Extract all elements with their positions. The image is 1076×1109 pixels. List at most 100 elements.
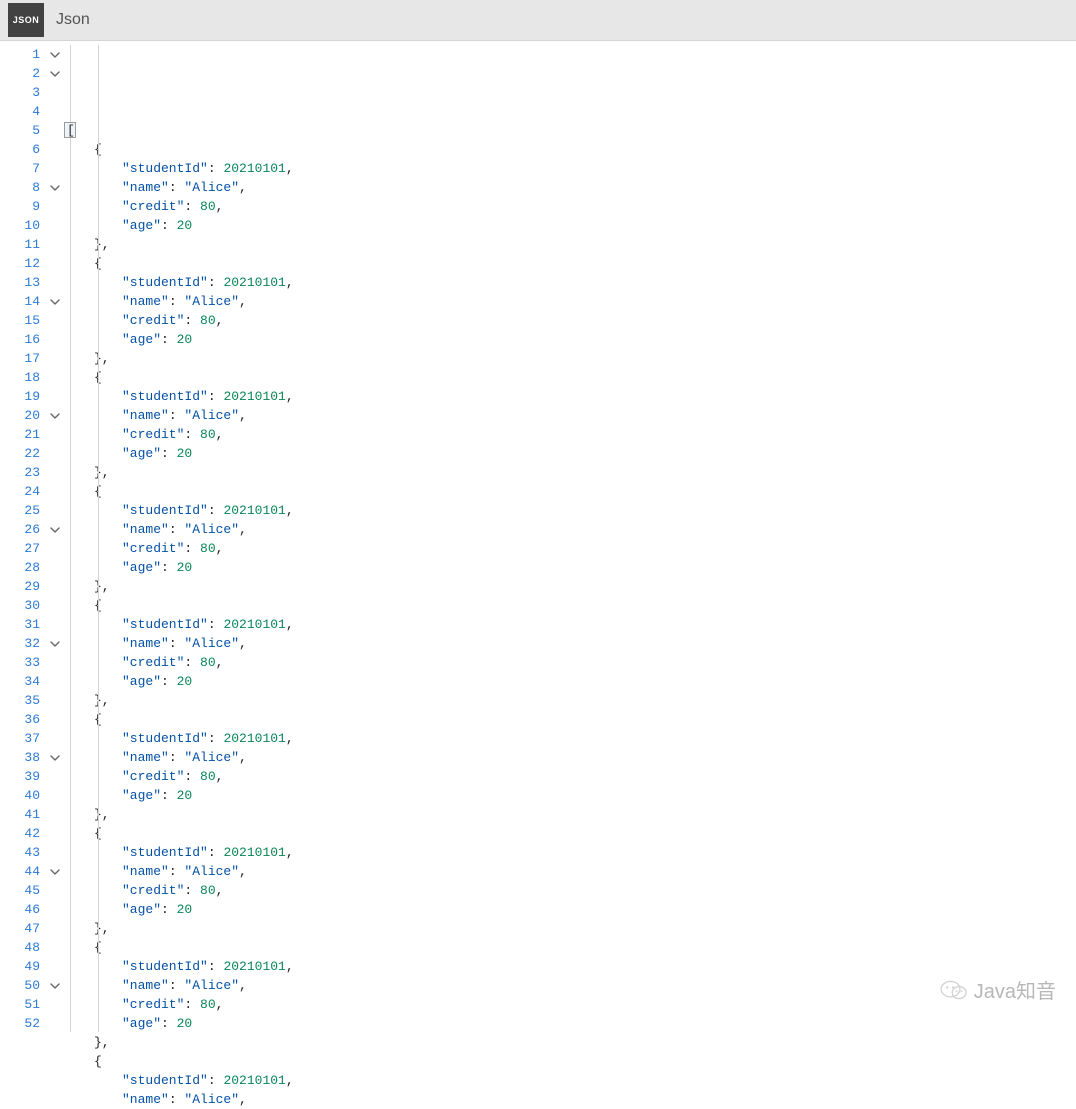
chevron-down-icon[interactable] [49,980,61,992]
fold-toggle[interactable] [44,292,66,311]
code-line[interactable]: "age": 20 [66,1014,1076,1033]
token-key: "studentId" [122,843,208,862]
code-line[interactable]: { [66,140,1076,159]
token-punc: , [216,539,224,558]
code-line[interactable]: "name": "Alice", [66,178,1076,197]
line-number: 41 [0,805,40,824]
fold-toggle[interactable] [44,520,66,539]
token-str: "Alice" [184,406,239,425]
line-number: 27 [0,539,40,558]
code-line[interactable]: "name": "Alice", [66,406,1076,425]
code-line[interactable]: { [66,254,1076,273]
code-line[interactable]: "age": 20 [66,900,1076,919]
token-num: 80 [200,881,216,900]
code-line[interactable]: "studentId": 20210101, [66,957,1076,976]
code-line[interactable]: { [66,1052,1076,1071]
line-number: 32 [0,634,40,653]
chevron-down-icon[interactable] [49,182,61,194]
code-line[interactable]: "age": 20 [66,216,1076,235]
token-punc: : [208,159,224,178]
fold-toggle[interactable] [44,45,66,64]
chevron-down-icon[interactable] [49,49,61,61]
line-number: 30 [0,596,40,615]
code-line[interactable]: "credit": 80, [66,881,1076,900]
code-line[interactable]: "age": 20 [66,330,1076,349]
code-line[interactable]: "name": "Alice", [66,520,1076,539]
code-line[interactable]: "credit": 80, [66,653,1076,672]
fold-toggle[interactable] [44,634,66,653]
code-line[interactable]: { [66,368,1076,387]
code-line[interactable]: }, [66,805,1076,824]
code-line[interactable]: }, [66,463,1076,482]
code-line[interactable]: "age": 20 [66,558,1076,577]
code-line[interactable]: "studentId": 20210101, [66,159,1076,178]
code-line[interactable]: "studentId": 20210101, [66,729,1076,748]
code-line[interactable]: "credit": 80, [66,539,1076,558]
chevron-down-icon[interactable] [49,866,61,878]
token-num: 20210101 [223,273,285,292]
code-line[interactable]: }, [66,349,1076,368]
line-number: 6 [0,140,40,159]
code-line[interactable]: }, [66,691,1076,710]
token-punc: , [286,957,294,976]
code-line[interactable]: "name": "Alice", [66,862,1076,881]
chevron-down-icon[interactable] [49,524,61,536]
code-line[interactable]: }, [66,235,1076,254]
line-number: 46 [0,900,40,919]
code-line[interactable]: "studentId": 20210101, [66,501,1076,520]
code-area[interactable]: [{"studentId": 20210101,"name": "Alice",… [66,41,1076,1032]
token-num: 80 [200,425,216,444]
tab-title[interactable]: Json [56,11,90,29]
code-line[interactable]: "name": "Alice", [66,1090,1076,1109]
code-line[interactable]: "name": "Alice", [66,748,1076,767]
chevron-down-icon[interactable] [49,410,61,422]
fold-toggle[interactable] [44,976,66,995]
code-line[interactable]: }, [66,1033,1076,1052]
code-line[interactable]: "studentId": 20210101, [66,843,1076,862]
token-key: "name" [122,748,169,767]
chevron-down-icon[interactable] [49,296,61,308]
fold-toggle[interactable] [44,406,66,425]
code-line[interactable]: "name": "Alice", [66,976,1076,995]
fold-spacer [44,102,66,121]
line-number: 49 [0,957,40,976]
code-line[interactable]: { [66,482,1076,501]
code-editor[interactable]: 1234567891011121314151617181920212223242… [0,41,1076,1032]
code-line[interactable]: "age": 20 [66,786,1076,805]
code-line[interactable]: "age": 20 [66,444,1076,463]
fold-toggle[interactable] [44,178,66,197]
chevron-down-icon[interactable] [49,638,61,650]
fold-spacer [44,349,66,368]
fold-toggle[interactable] [44,748,66,767]
code-line[interactable]: "credit": 80, [66,311,1076,330]
code-line[interactable]: "credit": 80, [66,767,1076,786]
code-line[interactable]: [ [66,121,1076,140]
code-line[interactable]: "credit": 80, [66,197,1076,216]
fold-spacer [44,463,66,482]
code-line[interactable]: "age": 20 [66,672,1076,691]
token-num: 20210101 [223,957,285,976]
code-line[interactable]: { [66,710,1076,729]
code-line[interactable]: }, [66,577,1076,596]
token-punc: : [169,520,185,539]
chevron-down-icon[interactable] [49,752,61,764]
line-number: 4 [0,102,40,121]
code-line[interactable]: "credit": 80, [66,425,1076,444]
code-line[interactable]: { [66,938,1076,957]
code-line[interactable]: "studentId": 20210101, [66,1071,1076,1090]
code-line[interactable]: "studentId": 20210101, [66,387,1076,406]
code-line[interactable]: "name": "Alice", [66,634,1076,653]
code-line[interactable]: "credit": 80, [66,995,1076,1014]
code-line[interactable]: { [66,824,1076,843]
fold-toggle[interactable] [44,64,66,83]
code-line[interactable]: }, [66,919,1076,938]
code-line[interactable]: "studentId": 20210101, [66,273,1076,292]
token-key: "credit" [122,995,184,1014]
code-line[interactable]: { [66,596,1076,615]
fold-toggle[interactable] [44,862,66,881]
chevron-down-icon[interactable] [49,68,61,80]
code-line[interactable]: "studentId": 20210101, [66,615,1076,634]
line-number: 5 [0,121,40,140]
token-key: "credit" [122,767,184,786]
code-line[interactable]: "name": "Alice", [66,292,1076,311]
